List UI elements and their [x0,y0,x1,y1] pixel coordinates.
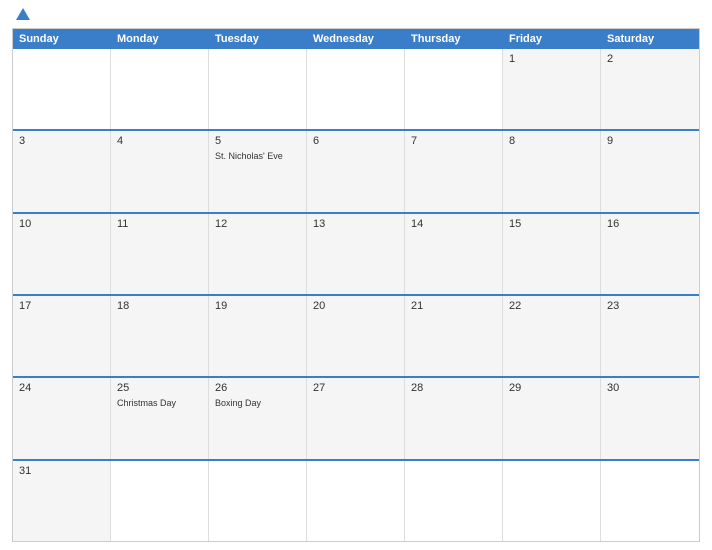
day-number: 20 [313,300,398,312]
day-number: 11 [117,218,202,230]
week-row-5: 31 [13,459,699,541]
day-number: 30 [607,382,693,394]
day-header-fri: Friday [503,29,601,49]
day-number: 6 [313,135,398,147]
day-cell-2-4: 14 [405,214,503,294]
day-number: 29 [509,382,594,394]
day-headers-row: Sunday Monday Tuesday Wednesday Thursday… [13,29,699,49]
day-cell-1-2: 5 St. Nicholas' Eve [209,131,307,211]
day-number: 12 [215,218,300,230]
day-cell-3-0: 17 [13,296,111,376]
day-cell-3-5: 22 [503,296,601,376]
day-cell-0-0 [13,49,111,129]
day-number: 13 [313,218,398,230]
day-number: 7 [411,135,496,147]
day-cell-1-1: 4 [111,131,209,211]
day-cell-2-6: 16 [601,214,699,294]
day-cell-2-0: 10 [13,214,111,294]
day-cell-1-4: 7 [405,131,503,211]
logo [12,10,30,20]
day-number: 9 [607,135,693,147]
header [12,10,700,20]
day-number: 31 [19,465,104,477]
week-row-2: 10 11 12 13 14 15 16 [13,212,699,294]
holiday-label: Christmas Day [117,398,202,408]
day-cell-3-3: 20 [307,296,405,376]
day-number: 28 [411,382,496,394]
week-row-1: 3 4 5 St. Nicholas' Eve 6 7 8 9 [13,129,699,211]
day-number: 27 [313,382,398,394]
day-header-mon: Monday [111,29,209,49]
day-number: 2 [607,53,693,65]
weeks-container: 12345St. Nicholas' Eve678910111213141516… [13,49,699,541]
day-number: 21 [411,300,496,312]
day-number: 16 [607,218,693,230]
day-header-sat: Saturday [601,29,699,49]
day-number: 3 [19,135,104,147]
day-cell-4-3: 27 [307,378,405,458]
day-cell-0-4 [405,49,503,129]
day-cell-5-5 [503,461,601,541]
day-cell-1-6: 9 [601,131,699,211]
week-row-0: 12 [13,49,699,129]
day-number: 18 [117,300,202,312]
day-cell-0-5: 1 [503,49,601,129]
day-cell-3-4: 21 [405,296,503,376]
day-cell-4-6: 30 [601,378,699,458]
day-cell-0-2 [209,49,307,129]
day-cell-2-2: 12 [209,214,307,294]
day-cell-4-1: 25 Christmas Day [111,378,209,458]
day-number: 19 [215,300,300,312]
day-number: 1 [509,53,594,65]
week-row-4: 24 25 Christmas Day 26 Boxing Day 27 28 29 30 [13,376,699,458]
day-number: 14 [411,218,496,230]
day-cell-0-6: 2 [601,49,699,129]
day-cell-3-1: 18 [111,296,209,376]
day-cell-4-2: 26 Boxing Day [209,378,307,458]
week-row-3: 17 18 19 20 21 22 23 [13,294,699,376]
day-header-wed: Wednesday [307,29,405,49]
day-cell-2-5: 15 [503,214,601,294]
day-number: 26 [215,382,300,394]
day-number: 24 [19,382,104,394]
day-cell-5-3 [307,461,405,541]
day-cell-0-3 [307,49,405,129]
day-cell-4-4: 28 [405,378,503,458]
day-cell-1-0: 3 [13,131,111,211]
holiday-label: Boxing Day [215,398,300,408]
day-cell-2-3: 13 [307,214,405,294]
day-cell-0-1 [111,49,209,129]
holiday-label: St. Nicholas' Eve [215,151,300,161]
day-number: 17 [19,300,104,312]
logo-triangle-icon [16,8,30,20]
day-header-thu: Thursday [405,29,503,49]
day-cell-2-1: 11 [111,214,209,294]
day-cell-5-0: 31 [13,461,111,541]
day-cell-5-4 [405,461,503,541]
day-number: 8 [509,135,594,147]
day-cell-1-3: 6 [307,131,405,211]
day-number: 5 [215,135,300,147]
day-cell-3-2: 19 [209,296,307,376]
calendar-grid: Sunday Monday Tuesday Wednesday Thursday… [12,28,700,542]
day-cell-4-5: 29 [503,378,601,458]
calendar-page: Sunday Monday Tuesday Wednesday Thursday… [0,0,712,550]
day-header-sun: Sunday [13,29,111,49]
day-cell-4-0: 24 [13,378,111,458]
day-number: 25 [117,382,202,394]
day-number: 23 [607,300,693,312]
day-cell-5-6 [601,461,699,541]
day-cell-5-1 [111,461,209,541]
day-cell-3-6: 23 [601,296,699,376]
day-cell-5-2 [209,461,307,541]
day-number: 15 [509,218,594,230]
day-number: 22 [509,300,594,312]
day-header-tue: Tuesday [209,29,307,49]
day-cell-1-5: 8 [503,131,601,211]
day-number: 10 [19,218,104,230]
day-number: 4 [117,135,202,147]
